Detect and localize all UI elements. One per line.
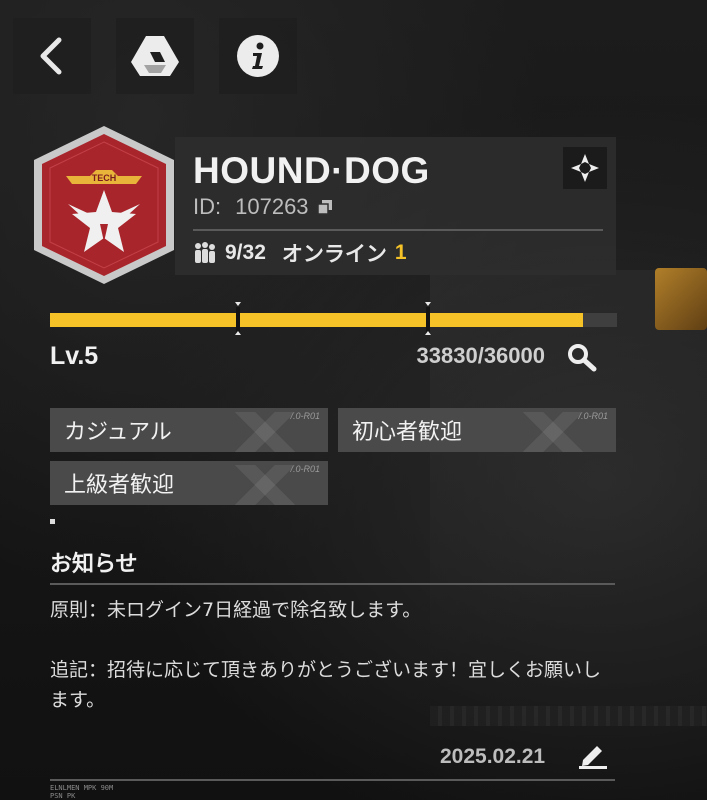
- online-count: 1: [394, 241, 407, 264]
- members-row: 9/32 オンライン 1: [193, 238, 407, 268]
- notice-divider: [50, 583, 615, 585]
- xp-tick-marker: [425, 302, 431, 307]
- xp-progress-bar: [50, 302, 617, 335]
- drive-button[interactable]: [116, 18, 194, 94]
- search-icon[interactable]: [566, 342, 600, 372]
- info-icon: [237, 35, 279, 77]
- info-button[interactable]: [219, 18, 297, 94]
- team-emblem: TECH: [34, 126, 174, 284]
- notice-title: お知らせ: [50, 552, 138, 577]
- xp-progress-fill: [50, 313, 583, 327]
- header-divider: [193, 229, 603, 231]
- section-marker: [50, 519, 55, 524]
- team-level: Lv.5: [50, 342, 99, 370]
- xp-segment-divider: [236, 307, 240, 333]
- tag-label: カジュアル: [64, 420, 172, 445]
- xp-segment-divider: [426, 307, 430, 333]
- tag-chip: /.0-R01 カジュアル: [50, 408, 328, 452]
- online-label: オンライン: [281, 243, 387, 266]
- tag-label: 上級者歓迎: [64, 473, 175, 498]
- id-label: ID:: [193, 194, 222, 219]
- team-id-row: ID: 107263: [193, 194, 333, 220]
- drive-triangle-icon: [131, 36, 179, 76]
- members-icon: [195, 242, 215, 263]
- tag-code: /.0-R01: [290, 464, 320, 474]
- notice-body: 原則：未ログイン7日経過で除名致します。 追記：招待に応じて頂きありがとうござい…: [50, 599, 602, 711]
- team-name: HOUND·DOG: [193, 150, 430, 191]
- background-glow-panel: [655, 268, 707, 330]
- xp-tick-marker: [425, 331, 431, 336]
- tag-chip: /.0-R01 初心者歓迎: [338, 408, 616, 452]
- locate-button[interactable]: [563, 147, 607, 189]
- copy-icon[interactable]: [316, 199, 333, 215]
- id-value: 107263: [235, 194, 309, 219]
- chevron-left-icon: [40, 37, 62, 75]
- back-button[interactable]: [13, 18, 91, 94]
- tag-label: 初心者歓迎: [352, 420, 463, 445]
- footer-divider: [50, 779, 615, 781]
- emblem-text: TECH: [92, 173, 117, 183]
- crosshair-icon: [571, 154, 599, 182]
- tag-code: /.0-R01: [290, 411, 320, 421]
- tag-code: /.0-R01: [578, 411, 608, 421]
- footer-serial-text: ELNLMEN MPK 90M PSN PK: [50, 784, 114, 800]
- xp-tick-marker: [235, 331, 241, 336]
- tag-chip: /.0-R01 上級者歓迎: [50, 461, 328, 505]
- notice-date: 2025.02.21: [440, 745, 546, 768]
- xp-value: 33830/36000: [416, 343, 545, 368]
- edit-icon[interactable]: [577, 740, 609, 770]
- xp-tick-marker: [235, 302, 241, 307]
- members-count: 9/32: [225, 241, 266, 264]
